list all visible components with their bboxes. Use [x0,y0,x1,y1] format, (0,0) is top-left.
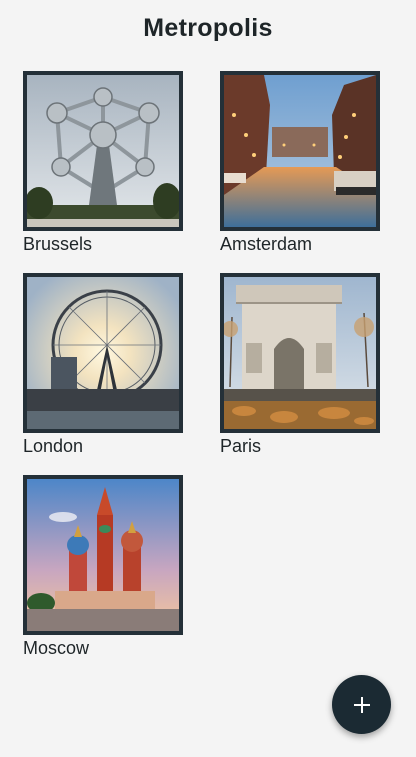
st-basils-cathedral-photo [27,479,179,631]
atomium-photo [27,75,179,227]
city-label-brussels: Brussels [23,234,93,254]
city-card-moscow[interactable]: Moscow [23,475,183,659]
city-image-paris[interactable] [220,273,380,433]
city-label-moscow: Moscow [23,638,90,658]
plus-icon [353,696,370,713]
city-label-london: London [23,436,84,456]
arc-de-triomphe-photo [224,277,376,429]
city-label-amsterdam: Amsterdam [220,234,313,254]
city-image-london[interactable] [23,273,183,433]
city-card-brussels[interactable]: Brussels [23,71,183,255]
add-city-button[interactable] [332,675,391,734]
page-title: Metropolis [143,14,273,42]
city-card-paris[interactable]: Paris [220,273,380,457]
city-card-london[interactable]: London [23,273,183,457]
canal-photo [224,75,376,227]
city-label-paris: Paris [220,436,262,456]
london-eye-photo [27,277,179,429]
city-image-brussels[interactable] [23,71,183,231]
city-image-amsterdam[interactable] [220,71,380,231]
city-image-moscow[interactable] [23,475,183,635]
city-card-amsterdam[interactable]: Amsterdam [220,71,380,255]
